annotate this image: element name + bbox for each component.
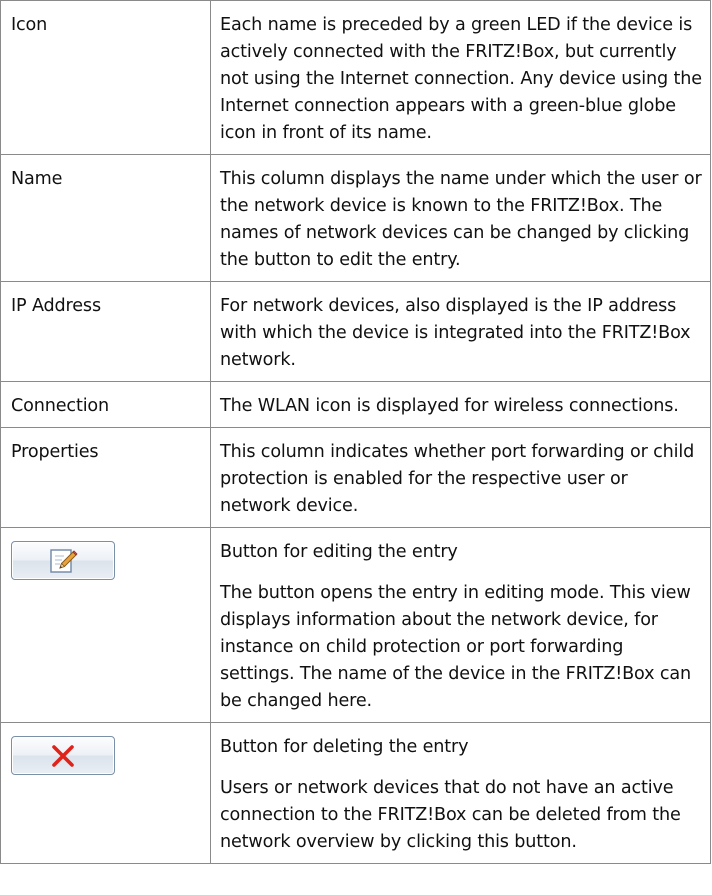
- description-cell: This column indicates whether port forwa…: [210, 427, 711, 528]
- delete-entry-button[interactable]: [11, 736, 115, 775]
- edit-pencil-icon: [50, 548, 78, 573]
- edit-button-description-cell: Button for editing the entry The button …: [210, 527, 711, 723]
- delete-button-description-cell: Button for deleting the entry Users or n…: [210, 722, 711, 864]
- term-cell: IP Address: [0, 281, 211, 382]
- description-cell: This column displays the name under whic…: [210, 154, 711, 282]
- description-cell: The WLAN icon is displayed for wireless …: [210, 381, 711, 428]
- term-cell: Connection: [0, 381, 211, 428]
- description-cell: Each name is preceded by a green LED if …: [210, 0, 711, 155]
- edit-button-title: Button for editing the entry: [220, 542, 458, 562]
- table-row: Icon Each name is preceded by a green LE…: [0, 0, 711, 155]
- table-row: IP Address For network devices, also dis…: [0, 281, 711, 382]
- table-row-edit-button: Button for editing the entry The button …: [0, 527, 711, 723]
- table-row: Properties This column indicates whether…: [0, 427, 711, 528]
- table-row: Name This column displays the name under…: [0, 154, 711, 282]
- edit-button-cell: [0, 527, 211, 723]
- delete-x-icon: [52, 744, 74, 767]
- network-overview-legend-table: Icon Each name is preceded by a green LE…: [0, 0, 711, 864]
- term-cell: Properties: [0, 427, 211, 528]
- term-cell: Icon: [0, 0, 211, 155]
- edit-button-description: The button opens the entry in editing mo…: [220, 583, 691, 711]
- term-cell: Name: [0, 154, 211, 282]
- delete-button-title: Button for deleting the entry: [220, 737, 469, 757]
- table-row: Connection The WLAN icon is displayed fo…: [0, 381, 711, 428]
- delete-button-cell: [0, 722, 211, 864]
- table-row-delete-button: Button for deleting the entry Users or n…: [0, 722, 711, 864]
- delete-button-description: Users or network devices that do not hav…: [220, 778, 681, 852]
- edit-entry-button[interactable]: [11, 541, 115, 580]
- description-cell: For network devices, also displayed is t…: [210, 281, 711, 382]
